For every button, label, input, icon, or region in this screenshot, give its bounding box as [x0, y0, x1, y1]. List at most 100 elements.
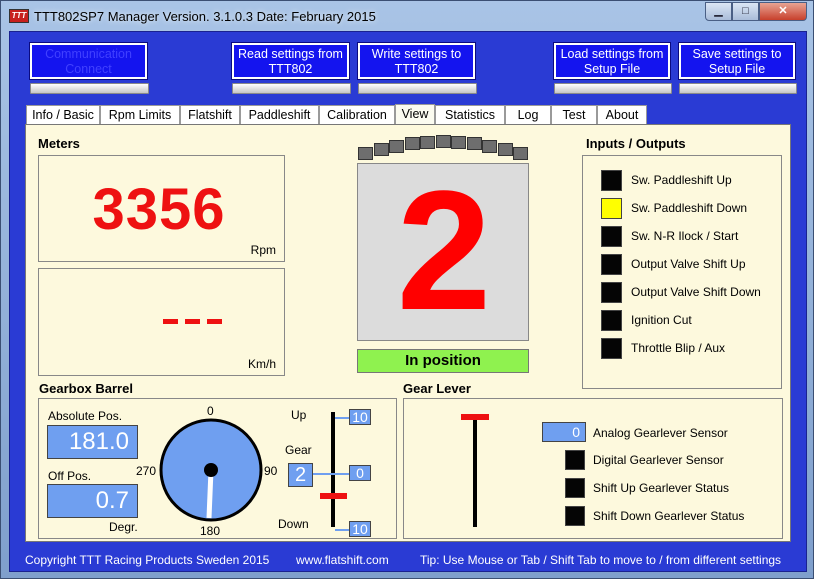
down-value: 10 [349, 521, 371, 537]
io-list: Sw. Paddleshift Up Sw. Paddleshift Down … [582, 155, 782, 389]
tip-text: Tip: Use Mouse or Tab / Shift Tab to mov… [420, 553, 782, 567]
load-progress-bar [554, 83, 672, 94]
digital-sensor-indicator [565, 450, 585, 470]
comm-progress-bar [30, 83, 149, 94]
comm-label-line2: Connect [65, 62, 112, 76]
tab-about[interactable]: About [597, 105, 647, 126]
write-progress-bar [358, 83, 477, 94]
io-indicator [601, 254, 622, 275]
tab-flatshift[interactable]: Flatshift [180, 105, 240, 126]
tab-info-basic[interactable]: Info / Basic [26, 105, 100, 126]
dial-label-0: 0 [207, 404, 214, 418]
shift-light-segment [466, 137, 482, 151]
lever-title: Gear Lever [403, 381, 471, 396]
io-label: Output Valve Shift Up [631, 257, 746, 271]
write-label-line1: Write settings to [371, 47, 462, 61]
down-label: Down [278, 517, 309, 531]
gear-slider-marker [320, 493, 347, 499]
io-indicator [601, 226, 622, 247]
maximize-button[interactable]: □ [732, 2, 759, 21]
shift-down-status-indicator [565, 506, 585, 526]
barrel-title: Gearbox Barrel [39, 381, 133, 396]
write-label-line2: TTT802 [394, 62, 439, 76]
speed-unit: Km/h [247, 357, 276, 371]
save-label-line2: Setup File [708, 62, 766, 76]
read-label-line2: TTT802 [268, 62, 313, 76]
current-gear: 2 [396, 156, 492, 346]
barrel-dial [159, 418, 263, 522]
rpm-unit: Rpm [250, 243, 276, 257]
shift-up-status-indicator [565, 478, 585, 498]
lever-panel: 0 Analog Gearlever Sensor Digital Gearle… [403, 398, 783, 539]
offset-pos-value: 0.7 [47, 484, 138, 518]
app-window: TTT TTT802SP7 Manager Version. 3.1.0.3 D… [0, 0, 814, 579]
speed-meter: Km/h [38, 268, 285, 376]
load-label-line1: Load settings from [560, 47, 664, 61]
read-settings-button[interactable]: Read settings from TTT802 [231, 42, 350, 80]
io-title: Inputs / Outputs [586, 136, 686, 151]
save-label-line1: Save settings to [692, 47, 782, 61]
title-bar[interactable]: TTT TTT802SP7 Manager Version. 3.1.0.3 D… [1, 1, 813, 31]
digital-sensor-label: Digital Gearlever Sensor [593, 453, 724, 467]
io-label: Output Valve Shift Down [631, 285, 761, 299]
write-settings-button[interactable]: Write settings to TTT802 [357, 42, 476, 80]
io-indicator [601, 198, 622, 219]
app-logo-icon: TTT [9, 9, 29, 23]
tab-test[interactable]: Test [551, 105, 597, 126]
barrel-panel: Absolute Pos. 181.0 Off Pos. 0.7 Degr. 0… [38, 398, 397, 539]
rpm-value: 3356 [92, 177, 226, 242]
gear-mid-value: 0 [349, 465, 371, 481]
gear-status-indicator: In position [357, 349, 529, 373]
io-indicator [601, 310, 622, 331]
tab-statistics[interactable]: Statistics [435, 105, 505, 126]
shift-up-status-label: Shift Up Gearlever Status [593, 481, 730, 495]
shift-light-segment [482, 139, 497, 153]
analog-sensor-label: Analog Gearlever Sensor [593, 426, 728, 440]
shift-light-segment [373, 143, 389, 157]
analog-sensor-value: 0 [542, 422, 586, 442]
minimize-button[interactable]: ▁ [705, 2, 732, 21]
save-settings-button[interactable]: Save settings to Setup File [678, 42, 796, 80]
speed-value-dashes [163, 319, 225, 325]
up-label: Up [291, 408, 307, 422]
dial-label-180: 180 [200, 524, 221, 538]
tab-rpm-limits[interactable]: Rpm Limits [100, 105, 180, 126]
shift-light-segment [404, 137, 420, 151]
read-progress-bar [232, 83, 351, 94]
read-label-line1: Read settings from [238, 47, 343, 61]
tab-view[interactable]: View [395, 104, 435, 126]
up-value: 10 [349, 409, 371, 425]
shift-light-segment [389, 139, 404, 153]
communication-connect-button[interactable]: Communication Connect [29, 42, 148, 80]
tab-log[interactable]: Log [505, 105, 551, 126]
io-label: Sw. N-R Ilock / Start [631, 229, 739, 243]
copyright-text: Copyright TTT Racing Products Sweden 201… [25, 553, 270, 567]
io-indicator [601, 282, 622, 303]
dial-label-270: 270 [136, 464, 157, 478]
gear-slider-track [331, 412, 335, 527]
dial-label-90: 90 [264, 464, 278, 478]
save-progress-bar [679, 83, 797, 94]
io-indicator [601, 170, 622, 191]
io-label: Sw. Paddleshift Down [631, 201, 748, 215]
gear-label: Gear [285, 443, 312, 457]
io-indicator [601, 338, 622, 359]
io-label: Sw. Paddleshift Up [631, 173, 732, 187]
meters-title: Meters [38, 136, 80, 151]
shift-light-segment [420, 135, 435, 149]
window-title: TTT802SP7 Manager Version. 3.1.0.3 Date:… [34, 9, 376, 24]
load-settings-button[interactable]: Load settings from Setup File [553, 42, 671, 80]
comm-label-line1: Communication [45, 47, 132, 61]
dial-needle [206, 469, 214, 519]
rpm-meter: 3356 Rpm [38, 155, 285, 262]
website-link[interactable]: www.flatshift.com [296, 553, 389, 567]
gear-display: 2 [357, 156, 529, 346]
tab-calibration[interactable]: Calibration [319, 105, 395, 126]
shift-light-segment [435, 135, 451, 148]
io-label: Throttle Blip / Aux [631, 341, 726, 355]
close-button[interactable]: ✕ [759, 2, 807, 21]
tab-paddleshift[interactable]: Paddleshift [240, 105, 319, 126]
dial-hub [204, 463, 218, 477]
offset-pos-label: Off Pos. [48, 469, 92, 483]
shift-light-segment [497, 143, 513, 157]
